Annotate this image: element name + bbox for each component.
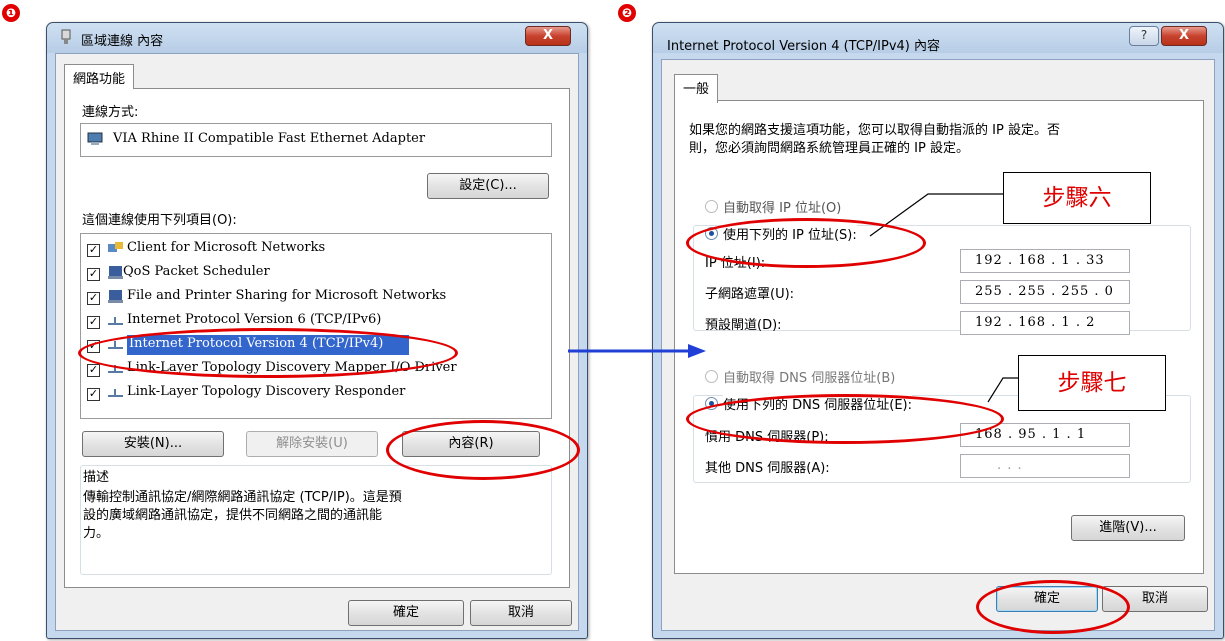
highlight-ipv4-item	[78, 328, 458, 378]
annotation-overlay	[568, 193, 1018, 403]
step6-callout: 步驟六	[1003, 172, 1151, 224]
tab-networking[interactable]: 網路功能	[64, 64, 135, 89]
highlight-manual-ip	[686, 218, 926, 268]
tab-general-label: 一般	[683, 82, 710, 97]
highlight-ok-button	[976, 580, 1130, 634]
arrow-head-icon	[688, 344, 706, 358]
step7-leader-line	[987, 377, 1018, 403]
highlight-manual-dns	[686, 394, 1004, 444]
tab-networking-label: 網路功能	[73, 72, 126, 87]
step7-callout: 步驟七	[1018, 355, 1166, 411]
tab-general[interactable]: 一般	[674, 74, 719, 103]
highlight-properties-button	[386, 420, 580, 480]
